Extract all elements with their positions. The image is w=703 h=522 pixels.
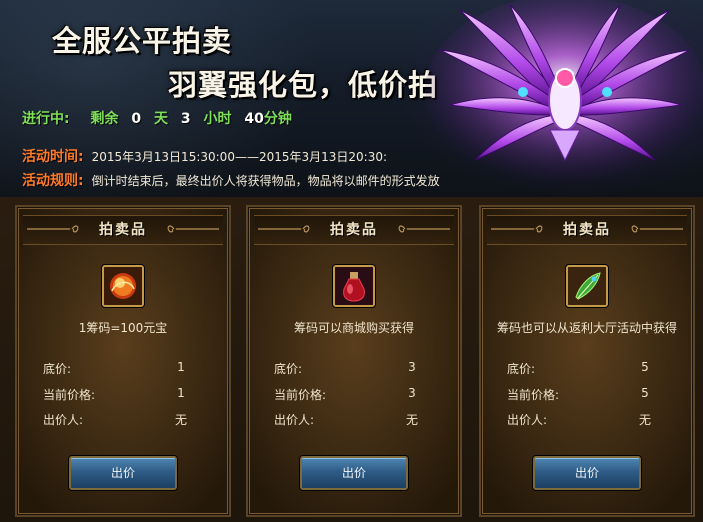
- bid-button[interactable]: 出价: [69, 456, 177, 490]
- panel-title: 拍卖品: [563, 222, 611, 238]
- red-potion-icon[interactable]: [333, 265, 375, 307]
- countdown-hours-unit: 小时: [203, 111, 232, 127]
- ornament-right-icon: [165, 224, 219, 234]
- ornament-left-icon: [27, 224, 81, 234]
- panel-header: 拍卖品: [491, 217, 683, 241]
- countdown-prefix: 进行中:: [22, 111, 70, 127]
- event-rule-label: 活动规则:: [22, 173, 84, 189]
- bidder-label: 出价人:: [274, 413, 315, 427]
- bid-button[interactable]: 出价: [533, 456, 641, 490]
- base-price-label: 底价:: [43, 362, 72, 376]
- auction-banner: 全服公平拍卖 羽翼强化包，低价拍 进行中: 剩余 0 天 3 小时 40分钟 活…: [0, 0, 703, 198]
- base-price-row: 底价: 1: [43, 360, 203, 377]
- event-rule-value: 倒计时结束后，最终出价人将获得物品，物品将以邮件的形式发放: [91, 174, 440, 188]
- bidder-value: 无: [174, 413, 187, 427]
- countdown-days: 0: [131, 111, 142, 127]
- event-time-label: 活动时间:: [22, 149, 84, 165]
- event-rule-row: 活动规则: 倒计时结束后，最终出价人将获得物品，物品将以邮件的形式发放: [22, 170, 440, 190]
- panel-title: 拍卖品: [330, 222, 378, 238]
- base-price-label: 底价:: [274, 362, 303, 376]
- current-price-label: 当前价格:: [274, 388, 327, 402]
- bidder-label: 出价人:: [43, 413, 84, 427]
- event-time-row: 活动时间: 2015年3月13日15:30:00——2015年3月13日20:30…: [22, 146, 387, 166]
- auction-item-panel: 拍卖品 筹码也可以从返利大厅活动中获得 底价: 5 当前价格: 5 出价人: 无…: [479, 205, 695, 517]
- panel-header: 拍卖品: [27, 217, 219, 241]
- fire-orb-icon[interactable]: [102, 265, 144, 307]
- item-description: 1筹码=100元宝: [78, 321, 168, 335]
- ornament-left-icon: [491, 224, 545, 234]
- base-price-label: 底价:: [507, 362, 536, 376]
- auction-panels: 拍卖品 1筹码=100元宝 底价: 1 当前价格: 1 出价人: 无 出价 拍卖…: [0, 197, 703, 522]
- item-description: 筹码可以商城购买获得: [293, 321, 414, 335]
- base-price-row: 底价: 3: [274, 360, 434, 377]
- current-price-row: 当前价格: 5: [507, 386, 667, 403]
- bidder-value: 无: [405, 413, 418, 427]
- current-price-value: 3: [408, 386, 416, 400]
- current-price-value: 5: [641, 386, 649, 400]
- bidder-row: 出价人: 无: [43, 411, 203, 428]
- purple-wings-icon: [425, 0, 703, 185]
- countdown-days-unit: 天: [153, 111, 168, 127]
- bidder-row: 出价人: 无: [274, 411, 434, 428]
- countdown-minutes-unit: 分钟: [263, 111, 292, 127]
- ornament-right-icon: [629, 224, 683, 234]
- current-price-value: 1: [177, 386, 185, 400]
- countdown-hours: 3: [180, 111, 191, 127]
- bidder-label: 出价人:: [507, 413, 548, 427]
- current-price-label: 当前价格:: [507, 388, 560, 402]
- current-price-row: 当前价格: 3: [274, 386, 434, 403]
- current-price-label: 当前价格:: [43, 388, 96, 402]
- countdown: 进行中: 剩余 0 天 3 小时 40分钟: [22, 108, 292, 128]
- panel-title: 拍卖品: [99, 222, 147, 238]
- countdown-remaining-label: 剩余: [90, 111, 119, 127]
- green-feather-icon[interactable]: [566, 265, 608, 307]
- countdown-minutes: 40: [244, 111, 264, 127]
- bid-button[interactable]: 出价: [300, 456, 408, 490]
- current-price-row: 当前价格: 1: [43, 386, 203, 403]
- event-time-value: 2015年3月13日15:30:00——2015年3月13日20:30:: [91, 150, 388, 164]
- panel-header: 拍卖品: [258, 217, 450, 241]
- item-description: 筹码也可以从返利大厅活动中获得: [496, 321, 677, 335]
- auction-item-panel: 拍卖品 筹码可以商城购买获得 底价: 3 当前价格: 3 出价人: 无 出价: [246, 205, 462, 517]
- banner-subtitle: 羽翼强化包，低价拍: [168, 68, 439, 102]
- bidder-value: 无: [638, 413, 651, 427]
- base-price-row: 底价: 5: [507, 360, 667, 377]
- banner-title: 全服公平拍卖: [52, 24, 233, 58]
- base-price-value: 3: [408, 360, 416, 374]
- bidder-row: 出价人: 无: [507, 411, 667, 428]
- auction-item-panel: 拍卖品 1筹码=100元宝 底价: 1 当前价格: 1 出价人: 无 出价: [15, 205, 231, 517]
- ornament-left-icon: [258, 224, 312, 234]
- base-price-value: 5: [641, 360, 649, 374]
- base-price-value: 1: [177, 360, 185, 374]
- ornament-right-icon: [396, 224, 450, 234]
